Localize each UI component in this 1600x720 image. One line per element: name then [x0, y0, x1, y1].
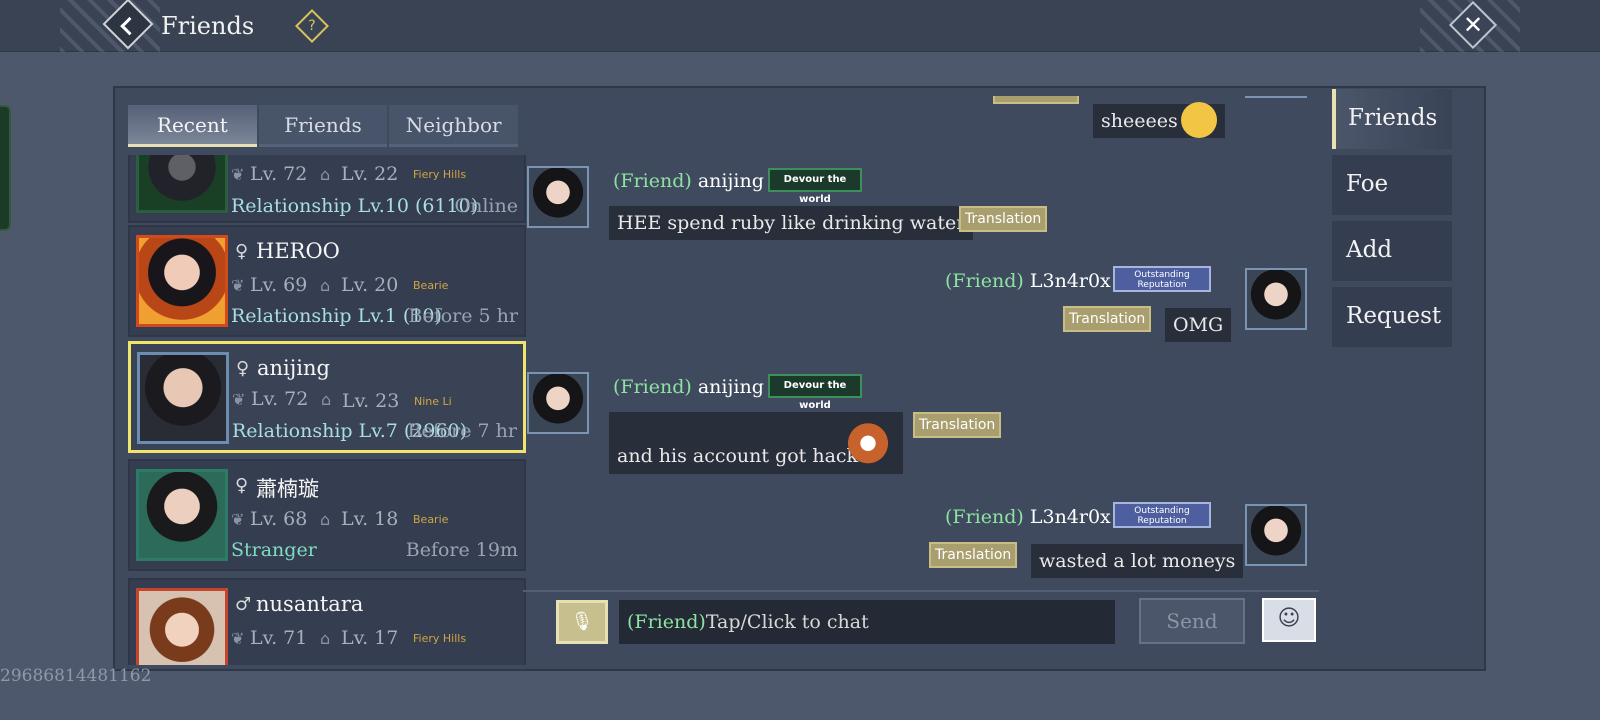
- chat-input-bar: 🎙 (Friend)Tap/Click to chat Send ☺: [523, 590, 1319, 666]
- friend-name: anijing: [257, 356, 330, 380]
- avatar: [136, 235, 228, 327]
- title-badge: Devour the world: [768, 374, 862, 411]
- avatar: [137, 352, 229, 444]
- reputation-badge: Outstanding Reputation: [1113, 502, 1211, 528]
- avatar: [136, 588, 228, 665]
- house-icon: ⌂: [320, 165, 331, 184]
- female-icon: ♀: [235, 475, 249, 496]
- location-label: Bearie: [413, 279, 449, 292]
- tab-neighbor[interactable]: Neighbor: [389, 105, 519, 147]
- friend-card[interactable]: ♂ nusantara ❦ Lv. 71 ⌂ Lv. 17 Fiery Hill…: [128, 578, 526, 665]
- help-icon[interactable]: ?: [295, 9, 329, 43]
- surprised-emoji-icon: [1181, 102, 1217, 138]
- chat-bubble: wasted a lot moneys: [1031, 544, 1244, 578]
- friend-card[interactable]: ♀ 蕭楠璇 ❦ Lv. 68 ⌂ Lv. 18 Bearie Stranger …: [128, 459, 526, 571]
- side-drawer-handle[interactable]: [0, 105, 11, 231]
- avatar: [1245, 96, 1307, 98]
- relationship-label: Stranger: [231, 539, 317, 561]
- reputation-badge: Outstanding Reputation: [1113, 266, 1211, 292]
- avatar[interactable]: [1245, 504, 1307, 566]
- online-status: Online: [454, 195, 518, 217]
- location-label: Fiery Hills: [413, 632, 467, 645]
- friend-card[interactable]: ♀ HEROO ❦ Lv. 69 ⌂ Lv. 20 Bearie Relatio…: [128, 225, 526, 337]
- house-icon: ⌂: [320, 629, 331, 648]
- avatar[interactable]: [1245, 268, 1307, 330]
- friend-card[interactable]: ❦ Lv. 72 ⌂ Lv. 22 Fiery Hills Relationsh…: [128, 155, 526, 223]
- title-badge: Devour the world: [768, 168, 862, 205]
- translation-button[interactable]: Translation: [929, 542, 1018, 568]
- microphone-icon[interactable]: 🎙: [556, 600, 608, 644]
- friend-name: HEROO: [256, 239, 340, 263]
- chat-input[interactable]: (Friend)Tap/Click to chat: [619, 600, 1115, 644]
- male-icon: ♂: [235, 594, 252, 615]
- translation-button[interactable]: Translation: [959, 206, 1048, 232]
- house-icon: ⌂: [321, 390, 332, 409]
- nav-friends[interactable]: Friends: [1332, 89, 1452, 149]
- avatar: [136, 155, 228, 213]
- friends-panel: Recent Friends Neighbor ❦ Lv. 72 ⌂ Lv. 2…: [113, 86, 1486, 671]
- online-status: Before 19m: [405, 539, 518, 561]
- friend-name: nusantara: [256, 592, 364, 616]
- nav-request[interactable]: Request: [1332, 287, 1452, 347]
- emoji-picker-icon[interactable]: ☺: [1262, 598, 1316, 642]
- level-icon: ❦: [232, 390, 246, 409]
- close-icon: ✕: [1462, 11, 1484, 39]
- top-bar: Friends ? ✕: [0, 0, 1600, 52]
- online-status: Before 7 hr: [407, 420, 518, 442]
- avatar: [136, 469, 228, 561]
- level-icon: ❦: [231, 276, 245, 295]
- sender-name: (Friend) L3n4r0x: [945, 506, 1111, 528]
- page-title: Friends: [161, 12, 255, 40]
- location-label: Nine Li: [414, 395, 452, 408]
- tab-recent[interactable]: Recent: [128, 105, 257, 147]
- house-icon: ⌂: [320, 510, 331, 529]
- user-id: 29686814481162: [0, 666, 152, 686]
- chat-bubble: HEE spend ruby like drinking water: [609, 206, 974, 240]
- level-icon: ❦: [231, 165, 245, 184]
- level-icon: ❦: [231, 510, 245, 529]
- female-icon: ♀: [235, 241, 249, 262]
- level-icon: ❦: [231, 629, 245, 648]
- female-icon: ♀: [236, 358, 250, 379]
- translation-button[interactable]: Translation: [913, 412, 1002, 438]
- location-label: Bearie: [413, 513, 449, 526]
- send-button[interactable]: Send: [1139, 598, 1245, 644]
- friend-tabs: Recent Friends Neighbor: [128, 105, 520, 147]
- nav-foe[interactable]: Foe: [1332, 155, 1452, 215]
- sender-name: (Friend) L3n4r0x: [945, 270, 1111, 292]
- online-status: Before 5 hr: [408, 305, 519, 327]
- nav-add[interactable]: Add: [1332, 221, 1452, 281]
- avatar[interactable]: [527, 372, 589, 434]
- sender-name: (Friend) anijing: [613, 170, 764, 192]
- friend-list[interactable]: ❦ Lv. 72 ⌂ Lv. 22 Fiery Hills Relationsh…: [128, 155, 526, 665]
- chat-bubble: OMG: [1165, 308, 1232, 342]
- avatar[interactable]: [527, 166, 589, 228]
- location-label: Fiery Hills: [413, 168, 467, 181]
- house-icon: ⌂: [320, 276, 331, 295]
- relationship-label: Relationship Lv.10 (6110): [231, 195, 479, 217]
- tab-friends[interactable]: Friends: [258, 105, 388, 147]
- translation-button[interactable]: Translation: [1063, 306, 1152, 332]
- friend-card-selected[interactable]: ♀ anijing ❦ Lv. 72 ⌂ Lv. 23 Nine Li Rela…: [128, 341, 526, 453]
- red-panda-sticker-icon: [845, 418, 891, 464]
- sender-name: (Friend) anijing: [613, 376, 764, 398]
- chat-log[interactable]: Translation sheeees (Friend) anijing Dev…: [523, 96, 1319, 590]
- friend-name: 蕭楠璇: [256, 477, 319, 501]
- translation-button[interactable]: Translation: [993, 96, 1079, 104]
